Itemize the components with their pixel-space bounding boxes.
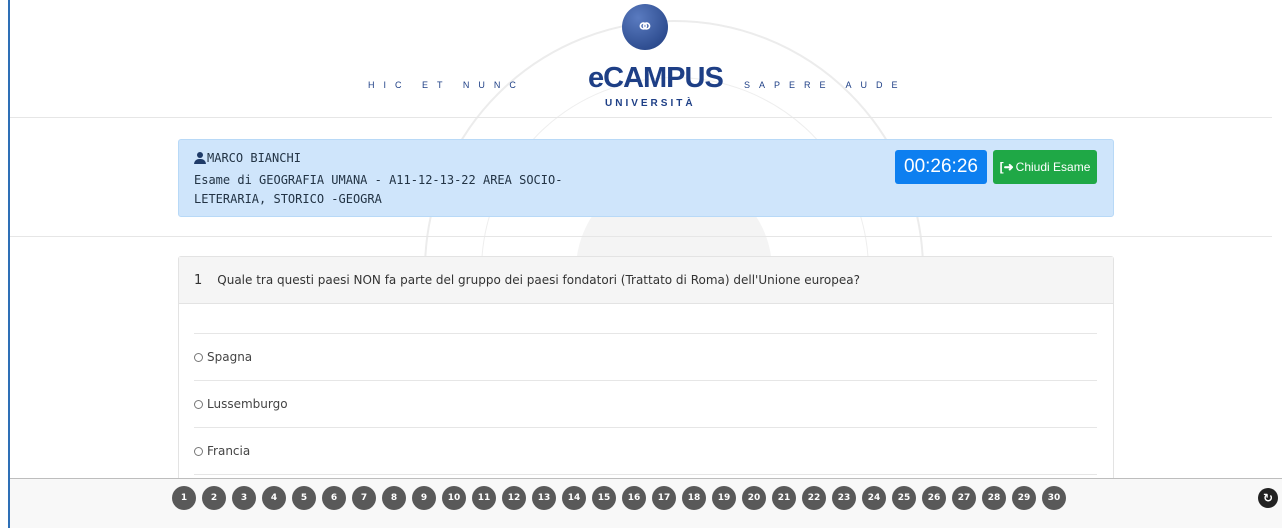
question-page-button[interactable]: 16	[622, 486, 646, 510]
question-page-button[interactable]: 21	[772, 486, 796, 510]
motto-right: SAPERE AUDE	[744, 80, 907, 90]
divider	[10, 117, 1272, 118]
header: ⚭ HIC ET NUNC eCAMPUS UNIVERSITÀ SAPERE …	[10, 0, 1280, 117]
countdown-timer: 00:26:26	[895, 150, 987, 184]
question-page-button[interactable]: 13	[532, 486, 556, 510]
divider	[10, 236, 1272, 237]
question-page-button[interactable]: 19	[712, 486, 736, 510]
close-exam-button[interactable]: [➜ Chiudi Esame	[993, 150, 1097, 184]
question-page-button[interactable]: 1	[172, 486, 196, 510]
question-page-button[interactable]: 3	[232, 486, 256, 510]
exam-info-panel: MARCO BIANCHI Esame di GEOGRAFIA UMANA -…	[178, 139, 1114, 217]
question-page-button[interactable]: 17	[652, 486, 676, 510]
question-page-button[interactable]: 7	[352, 486, 376, 510]
question-page-button[interactable]: 23	[832, 486, 856, 510]
sign-out-icon: [➜	[999, 160, 1014, 174]
brand-logo: eCAMPUS	[588, 62, 724, 94]
question-text: Quale tra questi paesi NON fa parte del …	[217, 273, 860, 287]
question-page-button[interactable]: 24	[862, 486, 886, 510]
question-page-button[interactable]: 6	[322, 486, 346, 510]
question-page-button[interactable]: 12	[502, 486, 526, 510]
link-logo-icon: ⚭	[622, 4, 668, 50]
answer-list: Spagna Lussemburgo Francia	[194, 333, 1097, 476]
question-page-button[interactable]: 29	[1012, 486, 1036, 510]
exam-title: Esame di GEOGRAFIA UMANA - A11-12-13-22 …	[194, 173, 563, 206]
question-page-button[interactable]: 2	[202, 486, 226, 510]
question-page-list: 1 2 3 4 5 6 7 8 9 10 11 12 13 14 15 16 17 18 19 20 21 22 23 24 2…	[172, 486, 1066, 510]
answer-option[interactable]: Francia	[194, 427, 1097, 474]
question-number: 1	[194, 272, 203, 288]
student-name: MARCO BIANCHI	[207, 151, 301, 165]
motto-left: HIC ET NUNC	[368, 80, 525, 90]
refresh-icon[interactable]: ↻	[1258, 488, 1278, 508]
question-page-button[interactable]: 9	[412, 486, 436, 510]
question-page-button[interactable]: 11	[472, 486, 496, 510]
question-page-button[interactable]: 30	[1042, 486, 1066, 510]
question-page-button[interactable]: 5	[292, 486, 316, 510]
user-icon	[194, 152, 206, 164]
question-page-button[interactable]: 25	[892, 486, 916, 510]
question-page-button[interactable]: 20	[742, 486, 766, 510]
question-page-button[interactable]: 8	[382, 486, 406, 510]
radio-button[interactable]	[194, 352, 203, 362]
question-page-button[interactable]: 10	[442, 486, 466, 510]
answer-label: Lussemburgo	[207, 397, 288, 411]
answer-label: Francia	[207, 444, 251, 458]
question-page-button[interactable]: 14	[562, 486, 586, 510]
question-header: 1 Quale tra questi paesi NON fa parte de…	[179, 257, 1113, 304]
close-exam-label: Chiudi Esame	[1015, 160, 1091, 174]
question-page-button[interactable]: 15	[592, 486, 616, 510]
question-page-button[interactable]: 27	[952, 486, 976, 510]
question-page-button[interactable]: 22	[802, 486, 826, 510]
radio-button[interactable]	[194, 399, 203, 409]
question-card: 1 Quale tra questi paesi NON fa parte de…	[178, 256, 1114, 486]
answer-divider	[194, 474, 1097, 476]
answer-option[interactable]: Lussemburgo	[194, 380, 1097, 427]
question-page-button[interactable]: 4	[262, 486, 286, 510]
answer-label: Spagna	[207, 350, 253, 364]
question-navigation-bar: 1 2 3 4 5 6 7 8 9 10 11 12 13 14 15 16 17 18 19 20 21 22 23 24 2…	[10, 478, 1282, 528]
answer-option[interactable]: Spagna	[194, 333, 1097, 380]
question-page-button[interactable]: 26	[922, 486, 946, 510]
question-page-button[interactable]: 28	[982, 486, 1006, 510]
question-page-button[interactable]: 18	[682, 486, 706, 510]
brand-subtitle: UNIVERSITÀ	[605, 98, 696, 109]
student-name-row: MARCO BIANCHI	[194, 151, 301, 165]
radio-button[interactable]	[194, 446, 203, 456]
